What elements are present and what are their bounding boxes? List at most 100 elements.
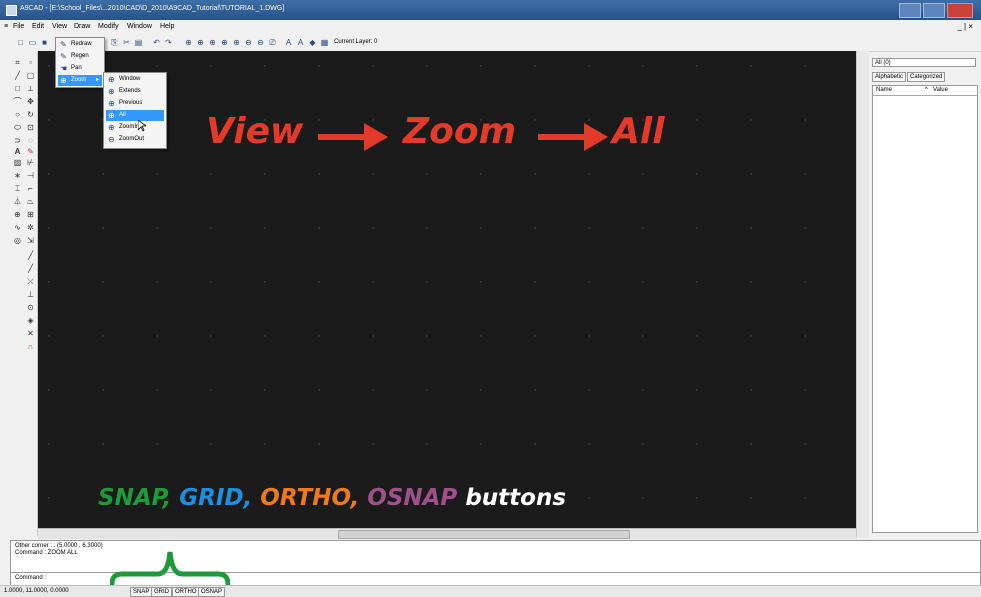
tab-categorized[interactable]: Categorized: [907, 72, 946, 82]
menu-help[interactable]: Help: [160, 23, 174, 30]
polyline-icon[interactable]: ⊃: [13, 136, 22, 145]
osnap-none-icon[interactable]: ✕: [26, 329, 35, 338]
stretch-icon[interactable]: ⇲: [26, 236, 35, 245]
open-file-icon[interactable]: ▭: [28, 38, 37, 47]
submenu-item-zoomout[interactable]: ⊖ ZoomOut: [106, 134, 164, 145]
mdi-controls[interactable]: _ | ×: [957, 22, 973, 31]
zoom-window-icon: ⊕: [108, 75, 115, 84]
command-prompt: Command :: [15, 575, 47, 581]
line-icon[interactable]: ╱: [13, 71, 22, 80]
zoom-in-tool-icon[interactable]: ⊕: [232, 38, 241, 47]
window-title: A9CAD - [E:\School_Files\...2010\CAD\D_2…: [20, 5, 285, 12]
annotation-zoom: Zoom: [403, 111, 517, 152]
explode-icon[interactable]: ✲: [26, 223, 35, 232]
close-button[interactable]: [947, 3, 973, 18]
menu-item-regen[interactable]: ✎ Regen: [58, 51, 102, 62]
menu-draw[interactable]: Draw: [74, 23, 90, 30]
menu-item-pan[interactable]: ☚ Pan: [58, 63, 102, 74]
regen-icon: ✎: [60, 52, 67, 61]
zoom-all-tool-icon[interactable]: ⊕: [220, 38, 229, 47]
menu-file[interactable]: File: [13, 23, 24, 30]
title-bar: A9CAD - [E:\School_Files\...2010\CAD\D_2…: [0, 0, 981, 20]
pan-tool-icon[interactable]: ⊖: [256, 38, 265, 47]
menu-modify[interactable]: Modify: [98, 23, 119, 30]
zoom-out-tool-icon[interactable]: ⊖: [244, 38, 253, 47]
menu-item-zoom[interactable]: ⊕ Zoom ▸: [58, 75, 102, 86]
text-style-icon[interactable]: A: [284, 38, 293, 47]
menu-edit[interactable]: Edit: [32, 23, 44, 30]
submenu-item-extends[interactable]: ⊕ Extends: [106, 86, 164, 97]
scale-icon[interactable]: ⊡: [26, 123, 35, 132]
cut-icon[interactable]: ✂: [122, 38, 131, 47]
array-icon[interactable]: ⊞: [26, 210, 35, 219]
grip-icon[interactable]: ⌗: [13, 58, 22, 67]
osnap-endpoint-icon[interactable]: ╱: [26, 251, 35, 260]
caption-buttons: buttons: [465, 485, 567, 511]
zoom-previous-tool-icon[interactable]: ⊕: [208, 38, 217, 47]
redraw-icon: ✎: [60, 40, 67, 49]
copy-icon[interactable]: ⎘: [110, 38, 119, 47]
new-file-icon[interactable]: □: [16, 38, 25, 47]
menu-window[interactable]: Window: [127, 23, 152, 30]
move-icon[interactable]: ✥: [26, 97, 35, 106]
redo-icon[interactable]: ↷: [164, 38, 173, 47]
save-icon[interactable]: ■: [40, 38, 49, 47]
zoom-window-tool-icon[interactable]: ⊕: [184, 38, 193, 47]
text-tool-icon[interactable]: A: [13, 147, 22, 156]
insert-icon[interactable]: ⊕: [13, 210, 22, 219]
point-icon[interactable]: ∗: [13, 171, 22, 180]
minimize-button[interactable]: [899, 3, 921, 18]
hatch-icon[interactable]: ▨: [13, 158, 22, 167]
submenu-item-all[interactable]: ⊕ All: [106, 110, 164, 121]
ellipse-icon[interactable]: ⬭: [13, 123, 22, 132]
menu-view[interactable]: View: [52, 23, 67, 30]
osnap-magnet-icon[interactable]: ∩: [26, 342, 35, 351]
osnap-intersection-icon[interactable]: ⤫: [26, 277, 35, 286]
fillet-icon[interactable]: ⌐: [26, 184, 35, 193]
osnap-quadrant-icon[interactable]: ◈: [26, 316, 35, 325]
chamfer-icon[interactable]: ⏢: [26, 197, 35, 206]
osnap-center-icon[interactable]: ⊙: [26, 303, 35, 312]
horizontal-scrollbar[interactable]: [38, 528, 856, 539]
paste-icon[interactable]: ▤: [134, 38, 143, 47]
layers-icon[interactable]: ▦: [320, 38, 329, 47]
color-icon[interactable]: ◆: [308, 38, 317, 47]
undo-icon[interactable]: ↶: [152, 38, 161, 47]
extend-icon[interactable]: ⊣: [26, 171, 35, 180]
arc-icon[interactable]: ⌒: [13, 97, 22, 106]
block-icon[interactable]: ⏃: [13, 197, 22, 206]
rotate-icon[interactable]: ↻: [26, 110, 35, 119]
osnap-midpoint-icon[interactable]: ╱: [26, 264, 35, 273]
submenu-item-previous[interactable]: ⊕ Previous: [106, 98, 164, 109]
column-name[interactable]: Name: [876, 86, 892, 95]
zoom-all-icon: ⊕: [108, 111, 115, 120]
submenu-item-zoomin[interactable]: ⊕ ZoomIn: [106, 122, 164, 133]
erase-icon[interactable]: ✎: [26, 147, 35, 156]
selection-dropdown[interactable]: All (0): [872, 58, 976, 67]
circle-icon[interactable]: ○: [13, 110, 22, 119]
tab-alphabetic[interactable]: Alphabetic: [872, 72, 907, 82]
text-edit-icon[interactable]: A: [296, 38, 305, 47]
menu-item-redraw[interactable]: ✎ Redraw: [58, 39, 102, 50]
zoom-extends-tool-icon[interactable]: ⊕: [196, 38, 205, 47]
rectangle-icon[interactable]: □: [13, 84, 22, 93]
scrollbar-thumb[interactable]: [338, 530, 630, 539]
dimension-icon[interactable]: ⌶: [13, 184, 22, 193]
history-line: Command : ZOOM ALL: [15, 550, 78, 556]
panel-splitter[interactable]: [856, 51, 869, 538]
mirror-icon[interactable]: ⟂: [26, 84, 35, 93]
zoom-icon: ⊕: [60, 76, 67, 85]
osnap-perpendicular-icon[interactable]: ⊥: [26, 290, 35, 299]
trim-icon[interactable]: ⊬: [26, 158, 35, 167]
select-icon[interactable]: ▫: [26, 58, 35, 67]
column-value[interactable]: Value: [933, 86, 948, 95]
offset-icon[interactable]: ◌: [26, 136, 35, 145]
redraw-tool-icon[interactable]: ⎚: [268, 38, 277, 47]
status-bar: 1.0000, 11.0000, 0.0000 SNAP GRID ORTHO …: [0, 585, 981, 597]
submenu-item-window[interactable]: ⊕ Window: [106, 74, 164, 85]
spline-icon[interactable]: ∿: [13, 223, 22, 232]
app-menu-icon[interactable]: ≡: [4, 23, 8, 30]
region-icon[interactable]: ◎: [13, 236, 22, 245]
copy-tool-icon[interactable]: ▢: [26, 71, 35, 80]
maximize-button[interactable]: [923, 3, 945, 18]
